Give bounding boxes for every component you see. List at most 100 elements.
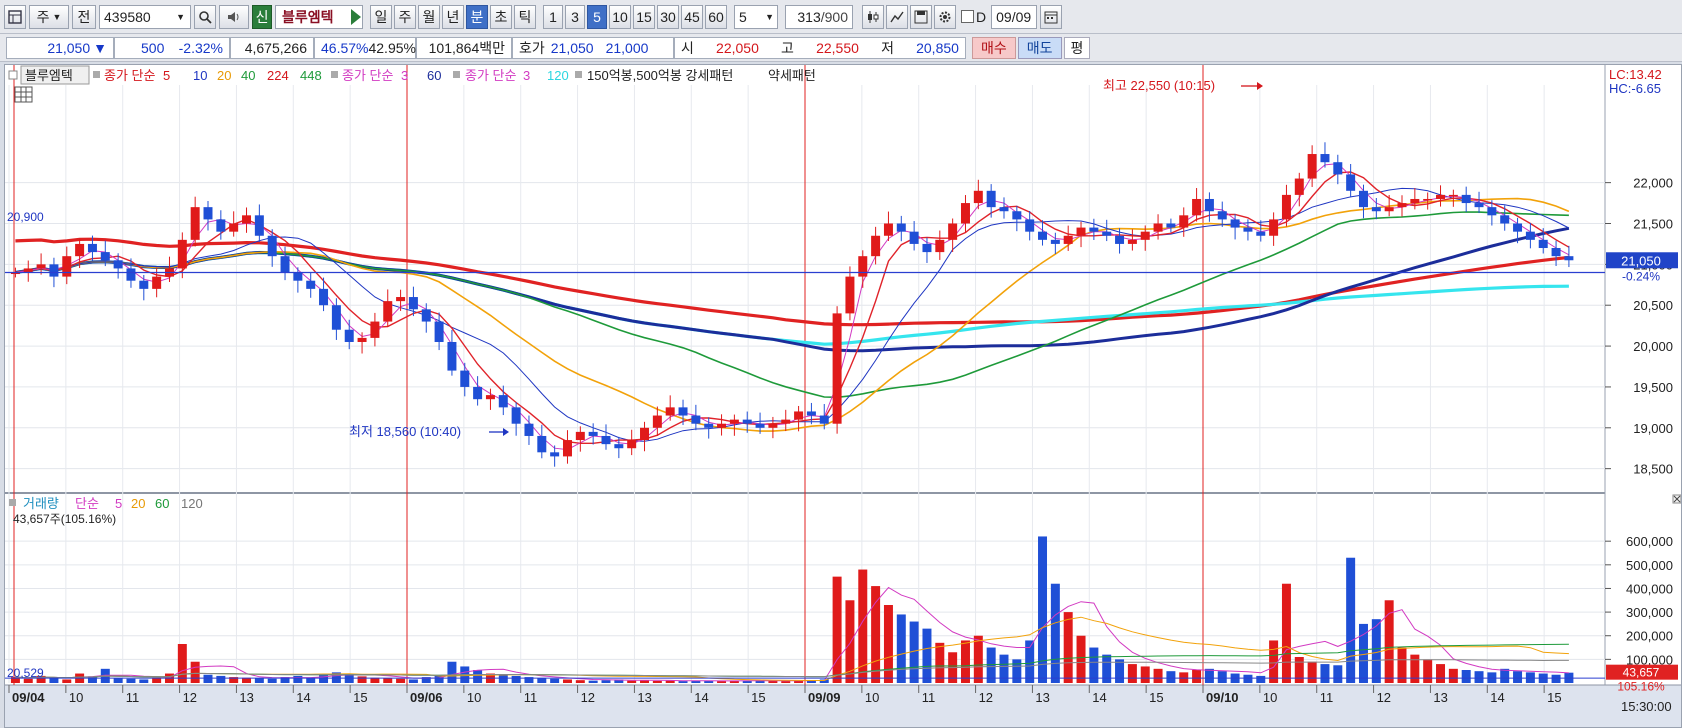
chart-panel[interactable]: 18,50019,00019,50020,00020,50021,00021,5… [4, 64, 1682, 728]
volume-bar [62, 679, 72, 683]
interval-45-button[interactable]: 45 [681, 4, 703, 29]
candle-body [511, 407, 521, 424]
period-year-button[interactable]: 년 [442, 4, 464, 29]
ma448-label: 448 [300, 68, 322, 83]
period-second-button[interactable]: 초 [490, 4, 512, 29]
candle-body [1371, 207, 1381, 212]
prev-button[interactable]: 전 [72, 4, 96, 29]
interval-30-button[interactable]: 30 [657, 4, 679, 29]
interval-3-button[interactable]: 3 [565, 4, 585, 29]
volume-bar [1140, 666, 1150, 683]
interval-5-button[interactable]: 5 [587, 4, 607, 29]
date-checkbox[interactable] [961, 10, 974, 23]
settings-button[interactable] [934, 4, 956, 29]
period-minute-button[interactable]: 분 [466, 4, 488, 29]
candle-body [1166, 223, 1176, 228]
interval-select[interactable]: 5 ▼ [734, 4, 778, 29]
sound-button[interactable] [219, 4, 249, 29]
candle-body [87, 243, 97, 253]
high-label: 고 [781, 39, 794, 56]
volume-bar [203, 674, 213, 683]
time-tick-label: 15 [1149, 690, 1163, 705]
candle-body [575, 431, 585, 441]
volume-bar [177, 644, 187, 683]
candle-body [1012, 211, 1022, 220]
date-toggle: D [961, 9, 988, 25]
ask-price: 21,050 [550, 39, 594, 56]
trend-tool-button[interactable] [886, 4, 908, 29]
stock-name-field[interactable]: 블루엠텍 [275, 4, 363, 29]
calendar-button[interactable] [1040, 4, 1063, 29]
candle-body [36, 264, 46, 269]
buy-button[interactable]: 매수 [972, 36, 1016, 59]
prev-label: 전 [77, 8, 91, 25]
interval-select-value: 5 [739, 8, 747, 25]
table-icon[interactable] [14, 86, 33, 103]
candle-body [729, 419, 739, 424]
candle-body [999, 207, 1009, 212]
ratio-box: 46.57% 42.95% [314, 36, 416, 59]
sell-button[interactable]: 매도 [1017, 36, 1062, 59]
period-day-button[interactable]: 일 [370, 4, 392, 29]
chevron-down-icon: ▼ [176, 11, 185, 22]
volume-bar [498, 674, 508, 683]
interval-10-button[interactable]: 10 [609, 4, 631, 29]
time-tick-label: 11 [1320, 690, 1334, 705]
candle-body [190, 207, 200, 240]
interval-60-button[interactable]: 60 [705, 4, 727, 29]
price-tick-label: 22,000 [1633, 176, 1673, 191]
market-select[interactable]: 주 ▼ [29, 4, 69, 29]
volume-left-marker: 20,529 [7, 666, 44, 680]
stock-code-input[interactable]: 439580 ▼ [99, 4, 191, 29]
candle-body [1410, 198, 1420, 204]
period-month-button[interactable]: 월 [418, 4, 440, 29]
time-tick-label: 10 [467, 690, 481, 705]
time-tick-label: 13 [1433, 690, 1447, 705]
candle-body [242, 215, 252, 224]
candle-body [806, 411, 816, 416]
price-change: 500 [141, 39, 165, 56]
search-button[interactable] [194, 4, 216, 29]
time-tick-label: 11 [126, 690, 140, 705]
volume-bar [293, 675, 303, 683]
date-input[interactable]: 09/09 [991, 4, 1038, 29]
count-field[interactable]: 313/900 [785, 4, 853, 29]
volume-bar [883, 605, 893, 683]
volume-bar [1012, 659, 1022, 683]
price-volume-chart[interactable]: 18,50019,00019,50020,00020,50021,00021,5… [5, 65, 1682, 727]
ma3-label: 3 [401, 68, 408, 83]
volume-bar [601, 680, 611, 683]
volume-bar [1269, 640, 1279, 683]
vma120-label: 120 [181, 496, 203, 511]
period-tick-button[interactable]: 틱 [514, 4, 536, 29]
period-label: 월 [422, 8, 436, 25]
high-annotation-label: 최고 22,550 (10:15) [1103, 78, 1215, 93]
layout-icon[interactable] [4, 4, 26, 29]
interval-1-button[interactable]: 1 [543, 4, 563, 29]
volume-tick-label: 200,000 [1626, 629, 1673, 644]
volume-bar [190, 661, 200, 683]
candle-body [357, 337, 367, 342]
trade-amount: 101,864백만 [428, 39, 505, 56]
save-button[interactable] [910, 4, 932, 29]
interval-15-button[interactable]: 15 [633, 4, 655, 29]
ma40-label: 40 [241, 68, 255, 83]
time-tick-label: 09/10 [1206, 690, 1239, 705]
volume-tick-label: 500,000 [1626, 558, 1673, 573]
candle-body [1564, 256, 1574, 261]
count-total: /900 [820, 8, 848, 25]
volume-bar [1204, 668, 1214, 683]
candle-body [832, 313, 842, 424]
volume-bar [896, 614, 906, 683]
interval-label: 5 [593, 8, 601, 25]
candle-tool-button[interactable] [862, 4, 884, 29]
candle-body [177, 239, 187, 269]
candle-body [485, 395, 495, 400]
average-button[interactable]: 평 [1063, 36, 1091, 59]
volume-bar [999, 654, 1009, 683]
market-label: 주 [36, 8, 50, 25]
candle-body [1333, 162, 1343, 175]
candle-body [113, 260, 123, 269]
volume-bars [10, 536, 1574, 683]
period-week-button[interactable]: 주 [394, 4, 416, 29]
